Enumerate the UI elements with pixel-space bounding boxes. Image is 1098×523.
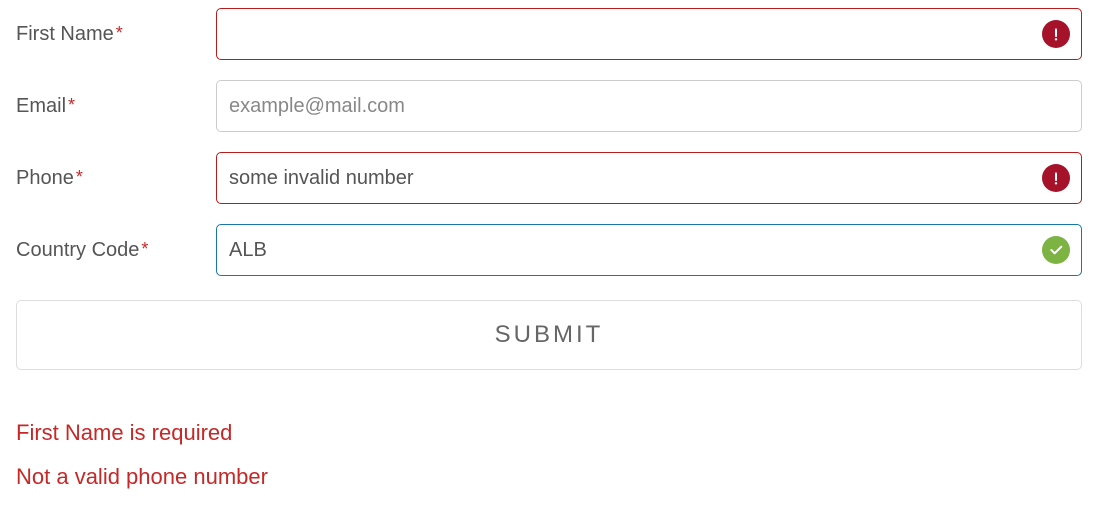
phone-label: Phone* — [16, 167, 216, 190]
email-row: Email* — [16, 80, 1082, 132]
first-name-row: First Name* — [16, 8, 1082, 60]
email-label: Email* — [16, 95, 216, 118]
phone-input-wrapper — [216, 152, 1082, 204]
error-messages: First Name is required Not a valid phone… — [16, 420, 1082, 490]
country-code-row: Country Code* — [16, 224, 1082, 276]
exclamation-icon — [1042, 20, 1070, 48]
email-label-text: Email — [16, 95, 66, 117]
validation-form: First Name* Email* Phone* Country — [16, 8, 1082, 370]
phone-input[interactable] — [216, 152, 1082, 204]
error-phone-invalid: Not a valid phone number — [16, 464, 1082, 490]
exclamation-icon — [1042, 164, 1070, 192]
country-code-input[interactable] — [216, 224, 1082, 276]
required-asterisk: * — [141, 239, 148, 259]
first-name-label-text: First Name — [16, 23, 114, 45]
required-asterisk: * — [76, 167, 83, 187]
error-first-name-required: First Name is required — [16, 420, 1082, 446]
phone-row: Phone* — [16, 152, 1082, 204]
country-code-label-text: Country Code — [16, 239, 139, 261]
email-input-wrapper — [216, 80, 1082, 132]
phone-label-text: Phone — [16, 167, 74, 189]
first-name-input[interactable] — [216, 8, 1082, 60]
first-name-label: First Name* — [16, 23, 216, 46]
required-asterisk: * — [116, 23, 123, 43]
checkmark-icon — [1042, 236, 1070, 264]
country-code-input-wrapper — [216, 224, 1082, 276]
required-asterisk: * — [68, 95, 75, 115]
email-input[interactable] — [216, 80, 1082, 132]
submit-button[interactable]: SUBMIT — [16, 300, 1082, 370]
first-name-input-wrapper — [216, 8, 1082, 60]
country-code-label: Country Code* — [16, 239, 216, 262]
